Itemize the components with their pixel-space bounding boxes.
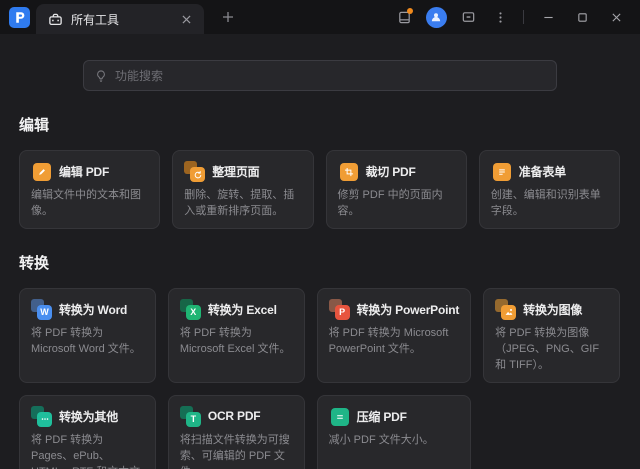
tool-card-title: 转换为图像 — [523, 301, 582, 318]
feature-search-box[interactable] — [83, 60, 557, 91]
tool-card-title: 转换为 PowerPoint — [357, 301, 460, 318]
tool-card-转换为 Word[interactable]: W 转换为 Word 将 PDF 转换为 Microsoft Word 文件。 — [19, 288, 156, 383]
section-转换: 转换 W 转换为 Word 将 PDF 转换为 Microsoft Word 文… — [19, 252, 620, 469]
feedback-icon[interactable] — [455, 4, 481, 30]
tool-card-整理页面[interactable]: 整理页面 删除、旋转、提取、插入或重新排序页面。 — [172, 150, 313, 229]
tool-card-转换为 PowerPoint[interactable]: P 转换为 PowerPoint 将 PDF 转换为 Microsoft Pow… — [317, 288, 472, 383]
tool-card-title: 转换为 Excel — [208, 301, 277, 318]
tool-card-title: 压缩 PDF — [357, 408, 407, 425]
edit-pdf-icon — [31, 161, 52, 182]
tab-title: 所有工具 — [71, 11, 170, 28]
tool-card-desc: 将 PDF 转换为 Pages、ePub、HTML、RTF 和文本文件。 — [31, 433, 144, 469]
section-编辑: 编辑 编辑 PDF 编辑文件中的文本和图像。 整理页面 删除、旋转、提取、插入或… — [19, 114, 620, 229]
excel-icon: X — [180, 299, 201, 320]
tool-card-desc: 创建、编辑和识别表单字段。 — [491, 188, 608, 220]
titlebar: 所有工具 — [0, 0, 640, 34]
powerpoint-icon: P — [329, 299, 350, 320]
card-grid: W 转换为 Word 将 PDF 转换为 Microsoft Word 文件。 … — [19, 288, 620, 469]
tools-content: 编辑 编辑 PDF 编辑文件中的文本和图像。 整理页面 删除、旋转、提取、插入或… — [0, 114, 640, 469]
tool-card-desc: 将 PDF 转换为 Microsoft Excel 文件。 — [180, 326, 293, 358]
tab-close-icon[interactable] — [178, 11, 194, 27]
bulb-icon — [94, 69, 108, 83]
tool-card-准备表单[interactable]: 准备表单 创建、编辑和识别表单字段。 — [479, 150, 620, 229]
toolbox-icon — [48, 12, 63, 27]
tool-card-编辑 PDF[interactable]: 编辑 PDF 编辑文件中的文本和图像。 — [19, 150, 160, 229]
pdfelement-logo-icon[interactable] — [9, 7, 30, 28]
card-grid: 编辑 PDF 编辑文件中的文本和图像。 整理页面 删除、旋转、提取、插入或重新排… — [19, 150, 620, 229]
tool-card-裁切 PDF[interactable]: 裁切 PDF 修剪 PDF 中的页面内容。 — [326, 150, 467, 229]
account-avatar[interactable] — [423, 4, 449, 30]
tool-card-desc: 修剪 PDF 中的页面内容。 — [338, 188, 455, 220]
section-title: 转换 — [19, 252, 620, 273]
tool-card-title: OCR PDF — [208, 409, 261, 423]
new-tab-icon[interactable] — [216, 5, 240, 29]
recent-files-icon[interactable] — [391, 4, 417, 30]
tool-card-desc: 减小 PDF 文件大小。 — [329, 433, 460, 449]
ocr-pdf-icon: T — [180, 406, 201, 427]
tool-card-title: 转换为其他 — [59, 408, 118, 425]
window-close-icon[interactable] — [602, 4, 630, 30]
tab-all-tools[interactable]: 所有工具 — [36, 4, 204, 34]
tool-card-转换为其他[interactable]: 转换为其他 将 PDF 转换为 Pages、ePub、HTML、RTF 和文本文… — [19, 395, 156, 469]
tool-card-压缩 PDF[interactable]: 压缩 PDF 减小 PDF 文件大小。 — [317, 395, 472, 469]
minimize-icon[interactable] — [534, 4, 562, 30]
tool-card-desc: 将 PDF 转换为 Microsoft PowerPoint 文件。 — [329, 326, 460, 358]
tool-card-OCR PDF[interactable]: T OCR PDF 将扫描文件转换为可搜索、可编辑的 PDF 文件。 — [168, 395, 305, 469]
tool-card-title: 编辑 PDF — [59, 163, 109, 180]
word-icon: W — [31, 299, 52, 320]
section-title: 编辑 — [19, 114, 620, 135]
maximize-icon[interactable] — [568, 4, 596, 30]
crop-pdf-icon — [338, 161, 359, 182]
compress-pdf-icon — [329, 406, 350, 427]
tool-card-desc: 编辑文件中的文本和图像。 — [31, 188, 148, 220]
image-icon — [495, 299, 516, 320]
tool-card-desc: 将 PDF 转换为图像（JPEG、PNG、GIF 和 TIFF）。 — [495, 326, 608, 374]
notification-dot — [407, 8, 413, 14]
tool-card-desc: 删除、旋转、提取、插入或重新排序页面。 — [184, 188, 301, 220]
tool-card-title: 准备表单 — [519, 163, 566, 180]
organize-pages-icon — [184, 161, 205, 182]
other-formats-icon — [31, 406, 52, 427]
titlebar-divider — [523, 10, 524, 24]
tool-card-desc: 将 PDF 转换为 Microsoft Word 文件。 — [31, 326, 144, 358]
tool-card-转换为 Excel[interactable]: X 转换为 Excel 将 PDF 转换为 Microsoft Excel 文件… — [168, 288, 305, 383]
prepare-form-icon — [491, 161, 512, 182]
tool-card-title: 转换为 Word — [59, 301, 127, 318]
tool-card-desc: 将扫描文件转换为可搜索、可编辑的 PDF 文件。 — [180, 433, 293, 469]
tool-card-转换为图像[interactable]: 转换为图像 将 PDF 转换为图像（JPEG、PNG、GIF 和 TIFF）。 — [483, 288, 620, 383]
search-input[interactable] — [115, 69, 546, 83]
tool-card-title: 裁切 PDF — [366, 163, 416, 180]
tool-card-title: 整理页面 — [212, 163, 259, 180]
more-menu-icon[interactable] — [487, 4, 513, 30]
